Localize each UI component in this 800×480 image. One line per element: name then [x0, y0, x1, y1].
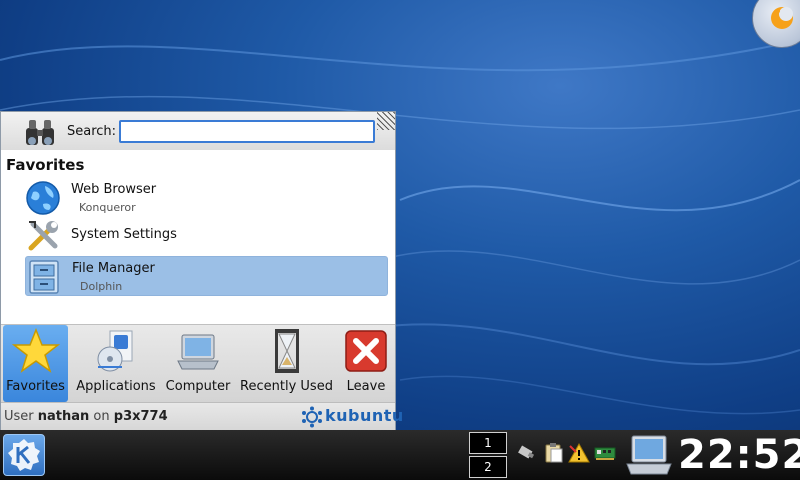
resize-grip[interactable]	[377, 112, 395, 130]
binoculars-icon	[26, 120, 54, 145]
computer-icon	[177, 334, 219, 370]
favorite-system-settings[interactable]: System Settings	[25, 216, 388, 256]
battery-laptop-icon[interactable]	[626, 434, 672, 476]
network-card-icon[interactable]	[594, 442, 616, 464]
plasma-cashew-icon	[771, 7, 793, 29]
leave-icon	[345, 330, 387, 372]
tab-label: Leave	[346, 379, 386, 394]
favorite-title: System Settings	[71, 227, 177, 242]
tab-recently-used[interactable]: Recently Used	[237, 325, 336, 402]
warning-icon[interactable]	[568, 442, 590, 464]
user-prefix: User	[4, 409, 38, 424]
tab-favorites[interactable]: Favorites	[3, 325, 68, 402]
favorite-file-manager[interactable]: File Manager Dolphin	[25, 256, 388, 296]
globe-icon	[26, 181, 60, 215]
favorite-title: File Manager	[72, 261, 155, 276]
user-name: nathan	[37, 409, 90, 424]
tab-label: Recently Used	[240, 379, 333, 394]
tab-leave[interactable]: Leave	[338, 325, 394, 402]
kickoff-tab-bar: Favorites Applications Computer Recently…	[1, 324, 395, 402]
desktop-2-button[interactable]: 2	[469, 456, 507, 478]
tools-icon	[28, 221, 58, 251]
tab-applications[interactable]: Applications	[71, 325, 161, 402]
desktop-1-button[interactable]: 1	[469, 432, 507, 454]
kubuntu-logo-icon	[302, 406, 322, 428]
star-icon	[11, 327, 60, 373]
application-launcher-button[interactable]	[3, 434, 45, 476]
host-prefix: on	[89, 409, 114, 424]
favorite-subtitle: Dolphin	[80, 280, 123, 293]
search-label: Search:	[67, 124, 117, 139]
favorite-title: Web Browser	[71, 182, 157, 197]
kde-logo-icon	[8, 439, 40, 471]
favorite-web-browser[interactable]: Web Browser Konqueror	[25, 178, 388, 218]
kubuntu-logo: kubuntu	[301, 406, 403, 428]
applications-icon	[97, 330, 133, 372]
tab-label: Applications	[76, 379, 156, 394]
hourglass-icon	[274, 329, 299, 373]
tab-label: Favorites	[6, 379, 65, 394]
kickoff-menu: Search: Favorites Web Browser Konqueror	[0, 111, 403, 431]
panel: 1 2 22:52	[0, 430, 800, 480]
file-cabinet-icon	[29, 260, 59, 294]
usb-icon[interactable]	[516, 442, 538, 464]
pager: 1 2	[469, 432, 507, 480]
search-input[interactable]	[119, 120, 375, 143]
kickoff-header: Search:	[1, 112, 395, 150]
favorites-view: Favorites Web Browser Konqueror System S…	[1, 150, 395, 324]
tab-computer[interactable]: Computer	[163, 325, 233, 402]
clipboard-icon[interactable]	[542, 442, 564, 464]
section-title: Favorites	[6, 156, 85, 174]
kickoff-footer: User nathan on p3x774 kubuntu	[1, 402, 403, 430]
digital-clock[interactable]: 22:52	[678, 432, 800, 478]
kubuntu-brand: kubuntu	[325, 406, 404, 425]
tab-label: Computer	[165, 379, 231, 394]
host-name: p3x774	[113, 409, 168, 424]
favorite-subtitle: Konqueror	[79, 201, 136, 214]
user-info: User nathan on p3x774	[4, 409, 168, 424]
